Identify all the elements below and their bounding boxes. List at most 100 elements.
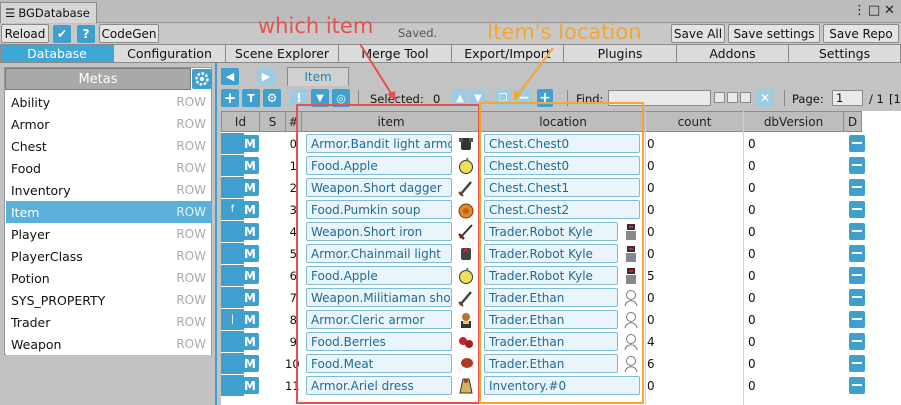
delete-row-button[interactable]	[849, 135, 865, 152]
dbversion-field[interactable]: 0	[746, 133, 756, 154]
gear-icon[interactable]	[192, 69, 212, 89]
column-header-count[interactable]: count	[645, 111, 744, 132]
dbversion-field[interactable]: 0	[746, 331, 756, 352]
window-tab[interactable]: ☰ BGDatabase	[0, 2, 97, 23]
meta-list-item[interactable]: Weapon ROW	[6, 333, 211, 355]
find-option-checkbox[interactable]	[740, 92, 751, 103]
dbversion-field[interactable]: 0	[746, 287, 756, 308]
save-settings-button[interactable]: Save settings	[728, 24, 820, 43]
column-header-dbversion[interactable]: dbVersion	[743, 111, 844, 132]
meta-list-item[interactable]: Chest ROW	[6, 135, 211, 157]
clear-search-icon[interactable]: ✕	[756, 89, 774, 107]
delete-row-button[interactable]	[849, 355, 865, 372]
tab-settings[interactable]: Settings	[788, 44, 901, 63]
back-arrow-icon[interactable]: ◀	[221, 68, 239, 85]
count-field[interactable]: 0	[645, 133, 655, 154]
delete-row-button[interactable]	[849, 179, 865, 196]
tab-configuration[interactable]: Configuration	[113, 44, 226, 63]
delete-row-button[interactable]	[849, 157, 865, 174]
delete-row-button[interactable]	[849, 377, 865, 394]
settings-icon[interactable]: ⚙	[263, 89, 281, 107]
row-menu-button[interactable]: M	[241, 245, 259, 262]
count-field[interactable]: 4	[645, 331, 655, 352]
help-icon[interactable]: ?	[77, 25, 95, 43]
tab-addons[interactable]: Addons	[676, 44, 789, 63]
column-header-s[interactable]: S	[259, 111, 286, 132]
delete-row-button[interactable]	[849, 223, 865, 240]
meta-list-item[interactable]: SYS_PROPERTY ROW	[6, 289, 211, 311]
close-icon[interactable]: ✕	[884, 3, 895, 18]
count-field[interactable]: 0	[645, 287, 655, 308]
check-icon[interactable]: ✔	[53, 25, 71, 43]
add-filter-icon[interactable]: T	[242, 89, 260, 107]
meta-list-item[interactable]: Player ROW	[6, 223, 211, 245]
count-field[interactable]: 0	[645, 177, 655, 198]
save-repo-button[interactable]: Save Repo	[823, 24, 899, 43]
meta-row-tag: ROW	[176, 293, 206, 307]
tab-scene-explorer[interactable]: Scene Explorer	[225, 44, 339, 63]
row-menu-button[interactable]: M	[241, 157, 259, 174]
find-option-checkbox[interactable]	[727, 92, 738, 103]
column-header-id[interactable]: Id	[221, 111, 260, 132]
delete-row-button[interactable]	[849, 311, 865, 328]
tab-database[interactable]: Database	[0, 44, 114, 63]
delete-row-button[interactable]	[849, 289, 865, 306]
delete-row-button[interactable]	[849, 245, 865, 262]
meta-row-tag: ROW	[176, 183, 206, 197]
count-field[interactable]: 0	[645, 221, 655, 242]
tab-merge-tool[interactable]: Merge Tool	[338, 44, 452, 63]
codegen-button[interactable]: CodeGen	[99, 24, 159, 43]
delete-row-button[interactable]	[849, 333, 865, 350]
reload-button[interactable]: Reload	[1, 24, 49, 43]
row-menu-button[interactable]: M	[241, 135, 259, 152]
maximize-icon[interactable]: □	[868, 3, 880, 18]
count-field[interactable]: 0	[645, 199, 655, 220]
meta-list-item[interactable]: PlayerClass ROW	[6, 245, 211, 267]
delete-row-button[interactable]	[849, 267, 865, 284]
row-menu-button[interactable]: M	[241, 311, 259, 328]
count-field[interactable]: 0	[645, 155, 655, 176]
count-field[interactable]: 6	[645, 353, 655, 374]
meta-list-item[interactable]: Potion ROW	[6, 267, 211, 289]
meta-list-item[interactable]: Trader ROW	[6, 311, 211, 333]
tab-plugins[interactable]: Plugins	[563, 44, 677, 63]
tab-export-import[interactable]: Export/Import	[451, 44, 564, 63]
row-menu-button[interactable]: M	[241, 377, 259, 394]
meta-list-item[interactable]: Item ROW	[6, 201, 211, 223]
meta-list-item[interactable]: Food ROW	[6, 157, 211, 179]
page-input[interactable]: 1	[832, 90, 863, 106]
meta-list-item[interactable]: Armor ROW	[6, 113, 211, 135]
meta-list-item[interactable]: Ability ROW	[6, 91, 211, 113]
dbversion-field[interactable]: 0	[746, 353, 756, 374]
dbversion-field[interactable]: 0	[746, 309, 756, 330]
count-field[interactable]: 0	[645, 309, 655, 330]
row-menu-button[interactable]: M	[241, 289, 259, 306]
meta-list-item[interactable]: Inventory ROW	[6, 179, 211, 201]
row-menu-button[interactable]: M	[241, 267, 259, 284]
dbversion-field[interactable]: 0	[746, 155, 756, 176]
delete-row-button[interactable]	[849, 201, 865, 218]
breadcrumb[interactable]: Item	[287, 67, 349, 86]
row-menu-button[interactable]: M	[241, 355, 259, 372]
more-options-icon[interactable]: ⋮	[853, 3, 866, 18]
count-field[interactable]: 5	[645, 265, 655, 286]
row-menu-button[interactable]: M	[241, 223, 259, 240]
row-menu-button[interactable]: M	[241, 179, 259, 196]
row-menu-button[interactable]: M	[241, 201, 259, 218]
meta-name: Food	[11, 160, 41, 176]
count-field[interactable]: 0	[645, 375, 655, 396]
save-all-button[interactable]: Save All	[671, 24, 725, 43]
count-field[interactable]: 0	[645, 243, 655, 264]
add-row-icon[interactable]: +	[221, 89, 239, 107]
meta-row-tag: ROW	[176, 227, 206, 241]
dbversion-field[interactable]: 0	[746, 243, 756, 264]
dbversion-field[interactable]: 0	[746, 221, 756, 242]
dbversion-field[interactable]: 0	[746, 265, 756, 286]
find-option-checkbox[interactable]	[714, 92, 725, 103]
dbversion-field[interactable]: 0	[746, 177, 756, 198]
forward-arrow-icon[interactable]: ▶	[257, 68, 275, 85]
column-header-delete[interactable]: D	[843, 111, 862, 132]
dbversion-field[interactable]: 0	[746, 375, 756, 396]
dbversion-field[interactable]: 0	[746, 199, 756, 220]
row-menu-button[interactable]: M	[241, 333, 259, 350]
